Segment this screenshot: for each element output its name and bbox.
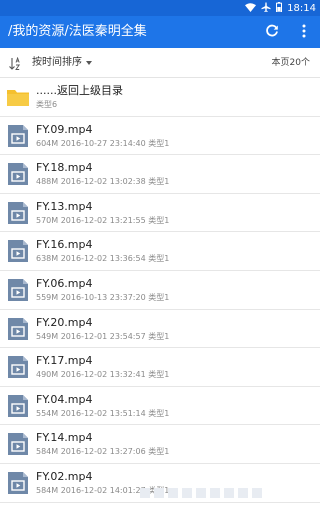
file-item[interactable]: FY.13.mp4 570M 2016-12-02 13:21:55 类型1 [0,194,320,233]
file-type: 类型1 [148,447,170,457]
file-name: FY.06.mp4 [36,276,93,290]
file-size: 584M [36,485,59,495]
page-count: 本页20个 [271,58,310,68]
battery-icon [276,2,283,15]
app-bar: /我的资源/法医秦明全集 [0,16,320,48]
file-item[interactable]: FY.09.mp4 604M 2016-10-27 23:14:40 类型1 [0,117,320,156]
more-options-button[interactable] [294,22,314,42]
file-type: 类型1 [148,177,170,187]
video-file-icon [6,124,30,148]
file-date: 2016-12-01 23:54:57 [60,331,146,341]
file-meta: 604M 2016-10-27 23:14:40 类型1 [36,139,169,149]
file-type: 类型1 [148,215,170,225]
file-name: FY.16.mp4 [36,238,93,252]
video-file-icon [6,239,30,263]
file-date: 2016-12-02 13:32:41 [60,370,146,380]
video-file-icon [6,278,30,302]
file-meta: 638M 2016-12-02 13:36:54 类型1 [36,254,169,264]
file-meta: 549M 2016-12-01 23:54:57 类型1 [36,332,169,342]
status-time: 18:14 [287,2,316,14]
file-item[interactable]: FY.17.mp4 490M 2016-12-02 13:32:41 类型1 [0,348,320,387]
file-date: 2016-12-02 14:01:27 [60,485,146,495]
file-date: 2016-12-02 13:36:54 [60,254,146,264]
file-type: 类型1 [148,292,170,302]
list-item-meta: 类型6 [36,100,58,109]
file-date: 2016-10-13 23:37:20 [60,292,146,302]
wifi-icon [245,2,257,15]
chevron-down-icon [86,61,92,65]
video-file-icon [6,355,30,379]
file-size: 488M [36,177,59,187]
video-file-icon [6,471,30,495]
sort-label: 按时间排序 [32,57,82,68]
file-item[interactable]: FY.04.mp4 554M 2016-12-02 13:51:14 类型1 [0,387,320,426]
file-meta: 490M 2016-12-02 13:32:41 类型1 [36,370,169,380]
file-size: 559M [36,292,59,302]
refresh-icon [265,23,279,42]
file-name: FY.02.mp4 [36,469,93,483]
file-size: 584M [36,447,59,457]
file-name: FY.14.mp4 [36,431,93,445]
file-item[interactable]: FY.14.mp4 584M 2016-12-02 13:27:06 类型1 [0,425,320,464]
file-date: 2016-10-27 23:14:40 [60,138,146,148]
file-item[interactable]: FY.20.mp4 549M 2016-12-01 23:54:57 类型1 [0,310,320,349]
file-date: 2016-12-02 13:51:14 [60,408,146,418]
file-size: 604M [36,138,59,148]
file-meta: 559M 2016-10-13 23:37:20 类型1 [36,293,169,303]
file-type: 类型1 [148,254,170,264]
parent-directory-item[interactable]: ......返回上级目录 类型6 [0,78,320,117]
file-type: 类型1 [148,331,170,341]
status-bar: 18:14 [0,0,320,16]
file-type: 类型1 [148,370,170,380]
file-size: 570M [36,215,59,225]
more-vert-icon [302,23,306,42]
list-item-title: ......返回上级目录 [36,84,123,97]
video-file-icon [6,432,30,456]
file-name: FY.13.mp4 [36,199,93,213]
file-meta: 570M 2016-12-02 13:21:55 类型1 [36,216,169,226]
airplane-icon [261,2,271,15]
sort-bar: 按时间排序 本页20个 [0,48,320,78]
file-size: 638M [36,254,59,264]
sort-icon[interactable] [8,56,22,75]
video-file-icon [6,201,30,225]
file-name: FY.04.mp4 [36,392,93,406]
file-name: FY.18.mp4 [36,161,93,175]
file-name: FY.17.mp4 [36,354,93,368]
file-type: 类型1 [148,408,170,418]
file-item[interactable]: FY.18.mp4 488M 2016-12-02 13:02:38 类型1 [0,155,320,194]
file-date: 2016-12-02 13:02:38 [60,177,146,187]
file-date: 2016-12-02 13:27:06 [60,447,146,457]
file-name: FY.20.mp4 [36,315,93,329]
file-meta: 584M 2016-12-02 13:27:06 类型1 [36,447,169,457]
file-size: 549M [36,331,59,341]
video-file-icon [6,317,30,341]
status-icons: 18:14 [245,2,316,15]
folder-icon [6,85,30,109]
file-item[interactable]: FY.16.mp4 638M 2016-12-02 13:36:54 类型1 [0,232,320,271]
file-size: 490M [36,370,59,380]
page-title: /我的资源/法医秦明全集 [8,24,147,39]
file-meta: 488M 2016-12-02 13:02:38 类型1 [36,177,169,187]
video-file-icon [6,394,30,418]
blurred-watermark [140,488,320,502]
file-name: FY.09.mp4 [36,122,93,136]
file-size: 554M [36,408,59,418]
file-date: 2016-12-02 13:21:55 [60,215,146,225]
file-type: 类型1 [148,138,170,148]
video-file-icon [6,162,30,186]
app-actions [262,22,314,42]
file-item[interactable]: FY.06.mp4 559M 2016-10-13 23:37:20 类型1 [0,271,320,310]
refresh-button[interactable] [262,22,282,42]
file-meta: 554M 2016-12-02 13:51:14 类型1 [36,409,169,419]
file-list: ......返回上级目录 类型6 FY.09.mp4 604M 2016-10-2… [0,78,320,503]
